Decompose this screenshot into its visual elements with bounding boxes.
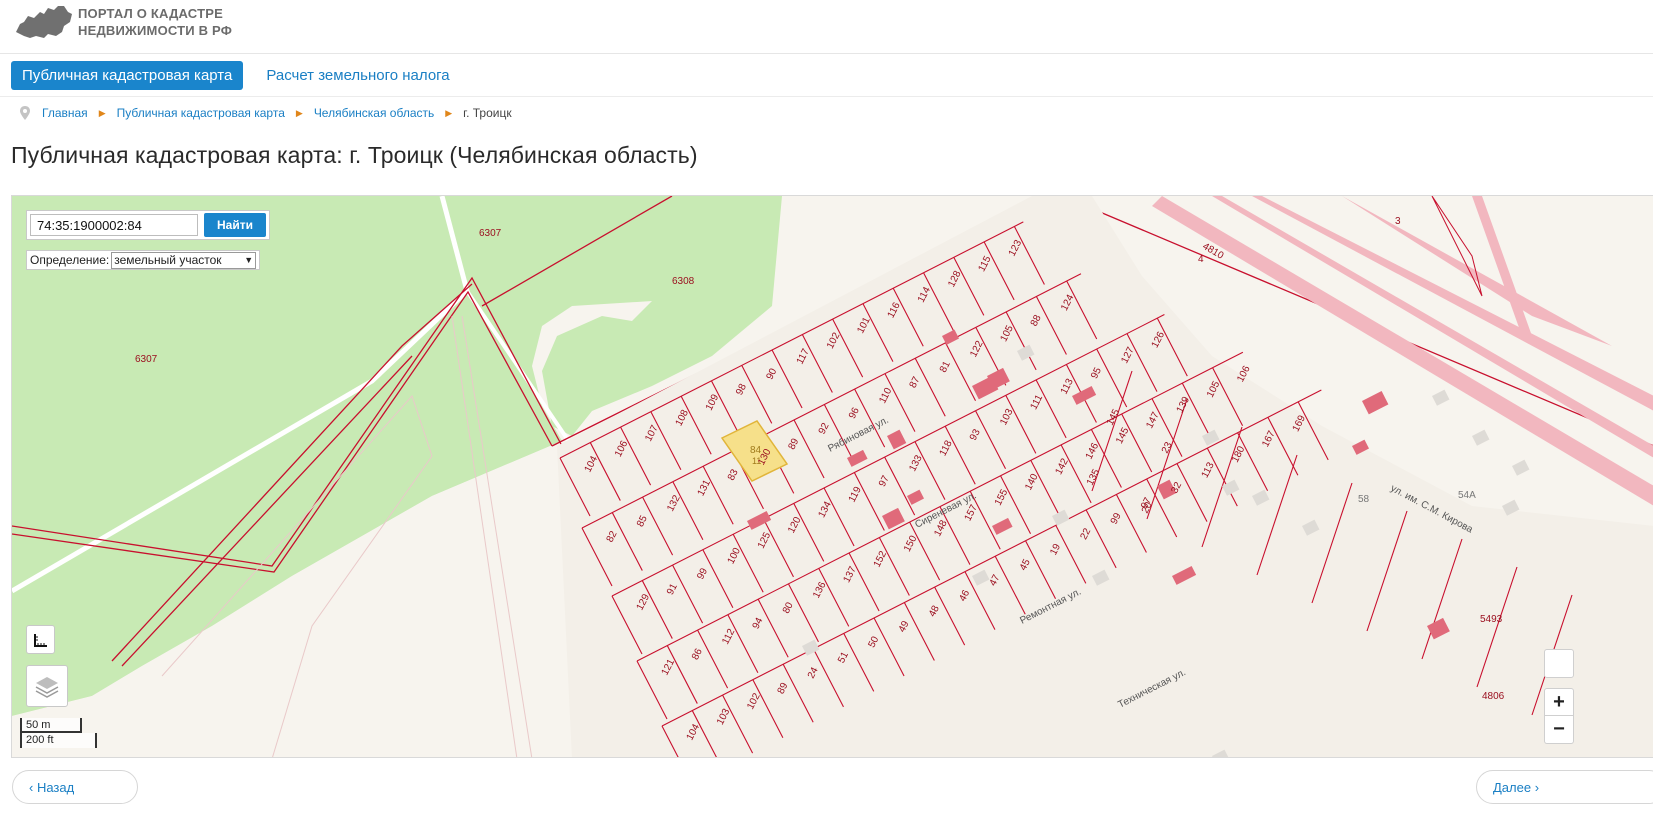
zoom-controls: + − <box>1544 649 1574 744</box>
cadastral-map[interactable]: 84 11 104 106 107 108 109 98 90 117 102 101 116 114… <box>11 195 1653 758</box>
zone-label: 4806 <box>1482 691 1505 702</box>
zone-label: 3 <box>1395 216 1401 227</box>
definition-select[interactable]: земельный участок ▼ <box>111 251 257 269</box>
breadcrumb-home[interactable]: Главная <box>42 106 88 120</box>
building <box>1431 389 1450 406</box>
breadcrumb-arrow-icon: ▶ <box>98 107 106 118</box>
zone-label: 4 <box>1198 254 1204 265</box>
logo-line-1: ПОРТАЛ О КАДАСТРЕ <box>78 6 223 21</box>
tab-land-tax[interactable]: Расчет земельного налога <box>255 61 460 90</box>
building <box>1472 429 1490 446</box>
scale-meters: 50 m <box>20 718 82 733</box>
scale-feet: 200 ft <box>20 733 97 748</box>
cadastral-search-panel: Найти <box>26 210 270 240</box>
logo-line-2: НЕДВИЖИМОСТИ В РФ <box>78 23 233 38</box>
page-title: Публичная кадастровая карта: г. Троицк (… <box>11 142 698 168</box>
zoom-out-button[interactable]: − <box>1544 716 1574 744</box>
breadcrumb-map[interactable]: Публичная кадастровая карта <box>117 106 285 120</box>
zoom-in-button[interactable]: + <box>1544 688 1574 716</box>
breadcrumb-city: г. Троицк <box>463 106 512 120</box>
russia-map-icon[interactable] <box>14 2 74 42</box>
zone-label: 6307 <box>479 228 502 239</box>
layers-button[interactable] <box>26 665 68 707</box>
breadcrumb-arrow-icon: ▶ <box>295 107 303 118</box>
find-button[interactable]: Найти <box>204 213 266 237</box>
site-header: ПОРТАЛ О КАДАСТРЕ НЕДВИЖИМОСТИ В РФ <box>0 0 1653 54</box>
ruler-button[interactable] <box>26 625 55 654</box>
zone-label: 6308 <box>672 276 695 287</box>
address-label: 54А <box>1458 490 1476 501</box>
zone-label: 6307 <box>135 354 158 365</box>
location-pin-icon <box>20 106 30 120</box>
breadcrumb-arrow-icon: ▶ <box>445 107 453 118</box>
cadastral-number-input[interactable] <box>30 214 198 236</box>
definition-panel: Определение: земельный участок ▼ <box>26 250 261 270</box>
map-control-blank[interactable] <box>1544 649 1574 678</box>
zone-label: 5493 <box>1480 614 1503 625</box>
address-label: 58 <box>1358 494 1370 505</box>
chevron-down-icon: ▼ <box>244 255 254 265</box>
prev-page-button[interactable]: ‹ Назад <box>12 770 138 804</box>
main-nav: Публичная кадастровая карта Расчет земел… <box>11 61 461 91</box>
definition-label: Определение: <box>30 253 110 267</box>
building <box>1362 391 1389 415</box>
nav-divider <box>0 96 1653 97</box>
site-logo-text[interactable]: ПОРТАЛ О КАДАСТРЕ НЕДВИЖИМОСТИ В РФ <box>78 5 232 39</box>
building <box>1512 459 1530 476</box>
tab-cadastral-map[interactable]: Публичная кадастровая карта <box>11 61 244 90</box>
map-canvas[interactable]: 84 11 1041061071081099890117102101116114… <box>12 196 1653 758</box>
breadcrumb-region[interactable]: Челябинская область <box>314 106 434 120</box>
ruler-icon <box>33 633 47 647</box>
next-page-button[interactable]: Далее › <box>1476 770 1653 804</box>
map-scale: 50 m 200 ft <box>20 718 97 748</box>
breadcrumb: Главная ▶ Публичная кадастровая карта ▶ … <box>20 106 512 120</box>
layers-icon <box>35 677 59 698</box>
definition-selected: земельный участок <box>114 253 222 267</box>
